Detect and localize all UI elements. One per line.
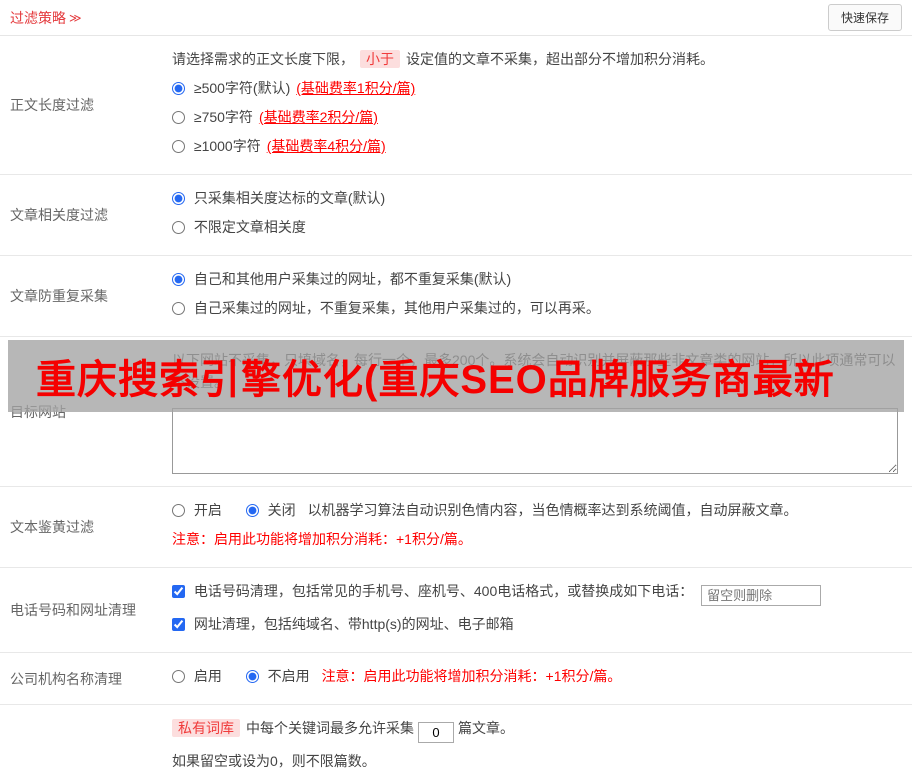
row-label-dedup: 文章防重复采集: [10, 288, 108, 304]
relevance-option-strict[interactable]: 只采集相关度达标的文章(默认): [172, 190, 385, 206]
porn-option-off-label: 关闭: [267, 502, 296, 518]
row-label-porn: 文本鉴黄过滤: [10, 519, 94, 535]
dedup-option-self[interactable]: 自己采集过的网址，不重复采集，其他用户采集过的，可以再采。: [172, 300, 600, 316]
relevance-option-any[interactable]: 不限定文章相关度: [172, 219, 306, 235]
url-cleanup-checkbox[interactable]: [172, 618, 185, 631]
length-radio-750[interactable]: [172, 111, 185, 124]
phone-cleanup-label: 电话号码清理，包括常见的手机号、座机号、400电话格式，或替换成如下电话：: [193, 583, 694, 599]
blacklist-desc: 以下网站不采集，只填域名，每行一个，最多200个。系统会自动识别并屏蔽那些非文章…: [172, 352, 896, 390]
row-content-dedup: 自己和其他用户采集过的网址，都不重复采集(默认) 自己采集过的网址，不重复采集，…: [172, 266, 912, 326]
row-label-relevance: 文章相关度过滤: [10, 207, 108, 223]
replacement-phone-input[interactable]: [701, 585, 822, 606]
row-relevance-filter: 文章相关度过滤 只采集相关度达标的文章(默认) 不限定文章相关度: [0, 175, 912, 256]
porn-radio-off[interactable]: [245, 504, 259, 517]
page-title-text: 过滤策略: [10, 9, 66, 26]
length-option-500-label: ≥500字符(默认): [193, 80, 291, 96]
row-length-filter: 正文长度过滤 请选择需求的正文长度下限， 小于 设定值的文章不采集，超出部分不增加积…: [0, 36, 912, 175]
row-label-phone: 电话号码和网址清理: [10, 602, 136, 618]
dedup-radio-global[interactable]: [172, 273, 185, 286]
company-radio-on[interactable]: [172, 670, 185, 683]
length-intro-post: 设定值的文章不采集，超出部分不增加积分消耗。: [406, 51, 714, 67]
relevance-option-strict-label: 只采集相关度达标的文章(默认): [193, 190, 386, 206]
keyword-line1-end: 篇文章。: [458, 720, 514, 736]
row-company-cleanup: 公司机构名称清理 启用 不启用 注意：启用此功能将增加积分消耗：+1积分/篇。: [0, 653, 912, 705]
keyword-line1-mid: 中每个关键词最多允许采集: [246, 720, 414, 736]
url-cleanup-option[interactable]: 网址清理，包括纯域名、带http(s)的网址、电子邮箱: [172, 616, 514, 632]
company-option-off[interactable]: 不启用: [245, 668, 314, 684]
length-option-500[interactable]: ≥500字符(默认) (基础费率1积分/篇): [172, 80, 415, 96]
length-radio-1000[interactable]: [172, 140, 185, 153]
row-content-porn: 开启 关闭 以机器学习算法自动识别色情内容，当色情概率达到系统阈值，自动屏蔽文章…: [172, 497, 912, 557]
dedup-option-global[interactable]: 自己和其他用户采集过的网址，都不重复采集(默认): [172, 271, 511, 287]
length-intro-pre: 请选择需求的正文长度下限，: [172, 51, 354, 67]
porn-warning: 注意：启用此功能将增加积分消耗：+1积分/篇。: [172, 531, 472, 547]
length-option-750-note: (基础费率2积分/篇): [258, 109, 378, 125]
row-porn-filter: 文本鉴黄过滤 开启 关闭 以机器学习算法自动识别色情内容，当色情概率达到系统阈值…: [0, 487, 912, 568]
blacklist-textarea[interactable]: [172, 408, 898, 474]
company-radio-off[interactable]: [245, 670, 259, 683]
row-phone-url-cleanup: 电话号码和网址清理 电话号码清理，包括常见的手机号、座机号、400电话格式，或替…: [0, 568, 912, 653]
quick-save-button[interactable]: 快速保存: [827, 4, 902, 31]
porn-desc: 以机器学习算法自动识别色情内容，当色情概率达到系统阈值，自动屏蔽文章。: [307, 502, 798, 518]
length-option-500-note: (基础费率1积分/篇): [296, 80, 416, 96]
keyword-line1: 私有词库中每个关键词最多允许采集 篇文章。: [172, 717, 898, 743]
company-option-off-label: 不启用: [267, 668, 310, 684]
row-label-length: 正文长度过滤: [10, 97, 94, 113]
url-cleanup-label: 网址清理，包括纯域名、带http(s)的网址、电子邮箱: [193, 616, 514, 632]
phone-cleanup-checkbox[interactable]: [172, 585, 185, 598]
row-label-keyword: 关键词防重复采集: [0, 715, 172, 768]
filter-strategy-page: 过滤策略 ≫ 快速保存 正文长度过滤 请选择需求的正文长度下限， 小于 设定值的文章…: [0, 0, 912, 768]
company-option-on-label: 启用: [193, 668, 222, 684]
porn-radio-on[interactable]: [172, 504, 185, 517]
relevance-radio-any[interactable]: [172, 221, 185, 234]
length-option-1000-label: ≥1000字符: [193, 138, 261, 154]
phone-cleanup-option[interactable]: 电话号码清理，包括常见的手机号、座机号、400电话格式，或替换成如下电话：: [172, 583, 697, 599]
length-intro: 请选择需求的正文长度下限， 小于 设定值的文章不采集，超出部分不增加积分消耗。: [172, 48, 898, 70]
length-option-750-label: ≥750字符: [193, 109, 253, 125]
length-option-1000-note: (基础费率4积分/篇): [266, 138, 386, 154]
row-content-length: 请选择需求的正文长度下限， 小于 设定值的文章不采集，超出部分不增加积分消耗。 ≥5…: [172, 46, 912, 164]
keyword-count-input[interactable]: [418, 722, 454, 743]
relevance-option-any-label: 不限定文章相关度: [193, 219, 306, 235]
porn-option-on[interactable]: 开启: [172, 502, 226, 518]
length-option-750[interactable]: ≥750字符 (基础费率2积分/篇): [172, 109, 378, 125]
porn-option-on-label: 开启: [193, 502, 222, 518]
company-option-on[interactable]: 启用: [172, 668, 226, 684]
keyword-line2: 如果留空或设为0，则不限篇数。: [172, 753, 376, 768]
row-content-blacklist: 以下网站不采集，只填域名，每行一个，最多200个。系统会自动识别并屏蔽那些非文章…: [172, 347, 912, 476]
row-label-blacklist: 目标网站: [10, 403, 66, 420]
chevron-down-icon: ≫: [69, 10, 82, 25]
porn-option-off[interactable]: 关闭: [245, 502, 300, 518]
length-intro-highlight: 小于: [360, 50, 400, 68]
row-keyword-dedup: 关键词防重复采集 私有词库中每个关键词最多允许采集 篇文章。 如果留空或设为0，则…: [0, 705, 912, 768]
row-content-phone: 电话号码清理，包括常见的手机号、座机号、400电话格式，或替换成如下电话： 网址…: [172, 578, 912, 642]
page-title[interactable]: 过滤策略 ≫: [10, 8, 82, 28]
dedup-radio-self[interactable]: [172, 302, 185, 315]
keyword-highlight: 私有词库: [172, 719, 240, 737]
relevance-radio-strict[interactable]: [172, 192, 185, 205]
company-warning: 注意：启用此功能将增加积分消耗：+1积分/篇。: [321, 668, 622, 684]
row-dedup-filter: 文章防重复采集 自己和其他用户采集过的网址，都不重复采集(默认) 自己采集过的网…: [0, 256, 912, 337]
row-content-company: 启用 不启用 注意：启用此功能将增加积分消耗：+1积分/篇。: [172, 663, 912, 694]
dedup-option-self-label: 自己采集过的网址，不重复采集，其他用户采集过的，可以再采。: [193, 300, 600, 316]
length-option-1000[interactable]: ≥1000字符 (基础费率4积分/篇): [172, 138, 386, 154]
row-label-company: 公司机构名称清理: [10, 670, 122, 687]
row-site-blacklist: 目标网站 以下网站不采集，只填域名，每行一个，最多200个。系统会自动识别并屏蔽…: [0, 337, 912, 487]
row-content-relevance: 只采集相关度达标的文章(默认) 不限定文章相关度: [172, 185, 912, 245]
dedup-option-global-label: 自己和其他用户采集过的网址，都不重复采集(默认): [193, 271, 512, 287]
length-radio-500[interactable]: [172, 82, 185, 95]
row-content-keyword: 私有词库中每个关键词最多允许采集篇文章。 如果留空或设为0，则不限篇数。 如果设…: [172, 715, 912, 768]
header-bar: 过滤策略 ≫ 快速保存: [0, 0, 912, 36]
